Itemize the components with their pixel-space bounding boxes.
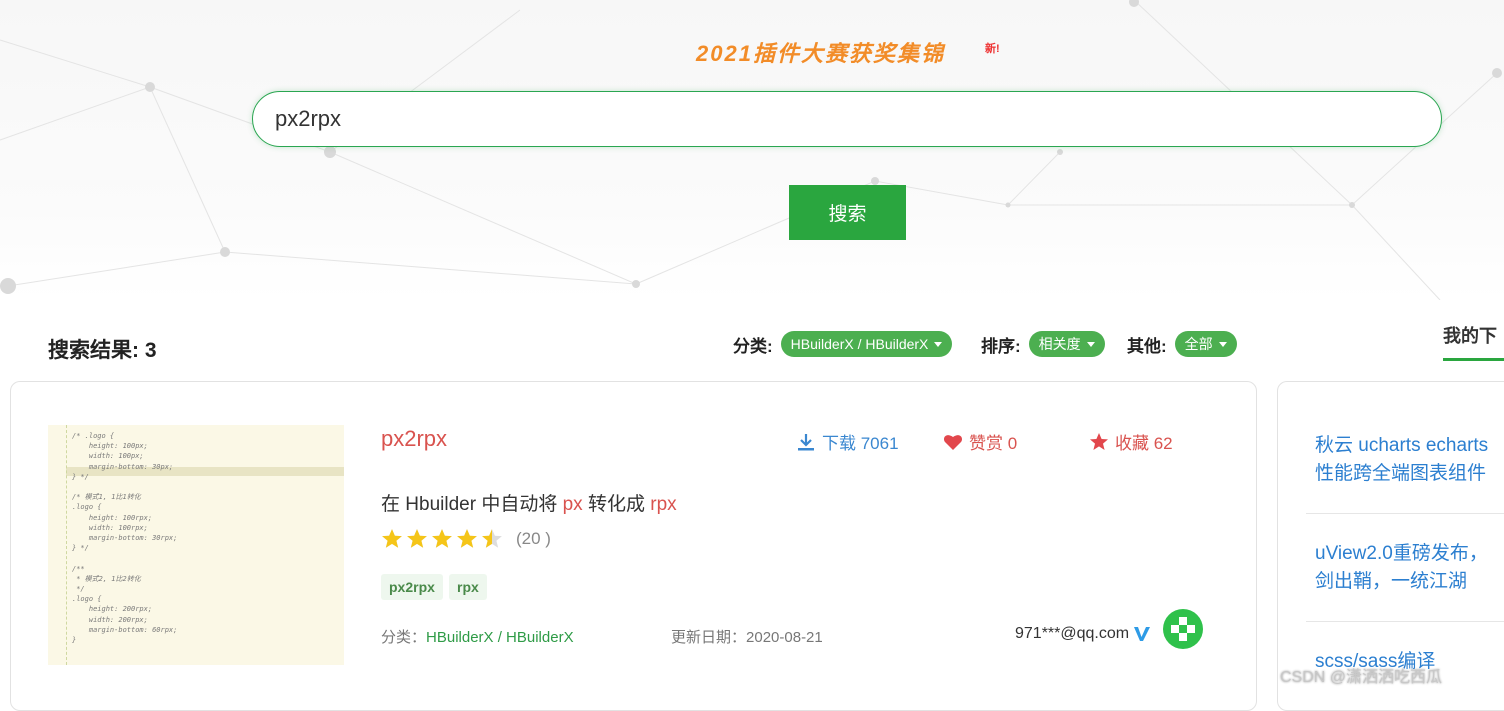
like-stat[interactable]: 赞赏 0 bbox=[943, 429, 1017, 454]
rating-stars bbox=[381, 528, 506, 550]
favorite-stat[interactable]: 收藏 62 bbox=[1089, 429, 1173, 454]
caret-down-icon bbox=[934, 341, 943, 347]
sort-filter: 排序: 相关度 bbox=[981, 331, 1105, 357]
code-gutter bbox=[48, 425, 67, 665]
description-prefix: 在 Hbuilder 中自动将 bbox=[381, 494, 563, 515]
sidebar-divider bbox=[1306, 621, 1504, 622]
author-name: 971***@qq.com bbox=[1015, 625, 1130, 642]
category-filter-label: 分类: bbox=[733, 336, 773, 356]
download-icon bbox=[798, 433, 814, 450]
other-filter-label: 其他: bbox=[1127, 336, 1167, 356]
sort-filter-label: 排序: bbox=[981, 336, 1021, 356]
description-px: px bbox=[562, 494, 583, 515]
sort-dropdown[interactable]: 相关度 bbox=[1028, 331, 1105, 357]
other-dropdown[interactable]: 全部 bbox=[1174, 331, 1237, 357]
download-count: 下载 7061 bbox=[822, 434, 899, 453]
rating-star-icon bbox=[432, 529, 452, 548]
caret-down-icon bbox=[1218, 341, 1227, 347]
sidebar-item-uview[interactable]: uView2.0重磅发布， 剑出鞘，一统江湖 bbox=[1315, 540, 1488, 596]
category-dropdown-value: HBuilderX / HBuilderX bbox=[790, 336, 929, 352]
rating-star-icon bbox=[382, 529, 402, 548]
star-icon bbox=[1090, 432, 1108, 450]
sidebar-item-line1: uView2.0重磅发布， bbox=[1315, 543, 1488, 564]
rating-count: (20 ) bbox=[516, 529, 551, 548]
sort-dropdown-value: 相关度 bbox=[1038, 336, 1081, 352]
rating-star-icon bbox=[457, 529, 477, 548]
new-badge: 新! bbox=[985, 43, 1000, 55]
other-filter: 其他: 全部 bbox=[1127, 331, 1237, 357]
category-link[interactable]: HBuilderX / HBuilderX bbox=[426, 629, 574, 646]
plugin-updated: 更新日期：2020-08-21 bbox=[671, 626, 823, 647]
caret-down-icon bbox=[1086, 341, 1095, 347]
updated-date: 2020-08-21 bbox=[746, 629, 823, 646]
category-dropdown[interactable]: HBuilderX / HBuilderX bbox=[780, 331, 953, 357]
tag-px2rpx[interactable]: px2rpx bbox=[381, 574, 443, 600]
plugin-description: 在 Hbuilder 中自动将 px 转化成 rpx bbox=[381, 489, 677, 516]
like-count: 赞赏 0 bbox=[969, 434, 1018, 453]
verified-v-icon bbox=[1134, 627, 1151, 641]
plugin-category: 分类：HBuilderX / HBuilderX bbox=[381, 626, 574, 647]
favorite-count: 收藏 62 bbox=[1115, 434, 1173, 453]
tag-rpx[interactable]: rpx bbox=[449, 574, 487, 600]
search-input[interactable] bbox=[252, 91, 1442, 147]
tab-active-indicator bbox=[1443, 358, 1504, 361]
download-stat[interactable]: 下载 7061 bbox=[796, 429, 899, 454]
thumbnail-code: /* .logo { height: 100px; width: 100px; … bbox=[72, 432, 178, 645]
watermark: CSDN @潇洒洒吃西瓜 bbox=[1280, 669, 1443, 686]
sidebar-divider bbox=[1306, 513, 1504, 514]
tab-my-downloads[interactable]: 我的下 bbox=[1443, 322, 1497, 348]
plugin-thumbnail[interactable]: /* .logo { height: 100px; width: 100px; … bbox=[48, 425, 344, 665]
rating-star-icon bbox=[482, 529, 502, 548]
sidebar-item-line2: 性能跨全端图表组件 bbox=[1315, 463, 1487, 484]
updated-label: 更新日期： bbox=[671, 629, 747, 646]
avatar-pattern-icon bbox=[1171, 617, 1195, 641]
sidebar-item-ucharts[interactable]: 秋云 ucharts echarts 性能跨全端图表组件 bbox=[1315, 432, 1488, 488]
result-count: 搜索结果: 3 bbox=[48, 339, 157, 362]
category-filter: 分类: HBuilderX / HBuilderX bbox=[733, 331, 953, 357]
contest-banner[interactable]: 2021插件大赛获奖集锦 bbox=[696, 36, 945, 68]
heart-icon bbox=[943, 434, 963, 450]
author-info[interactable]: 971***@qq.com bbox=[1015, 625, 1152, 643]
plugin-title-link[interactable]: px2rpx bbox=[381, 426, 447, 452]
sidebar-item-line1: 秋云 ucharts echarts bbox=[1315, 435, 1489, 456]
description-rpx: rpx bbox=[650, 494, 677, 515]
category-label: 分类： bbox=[381, 629, 427, 646]
sidebar-item-line2: 剑出鞘，一统江湖 bbox=[1315, 571, 1468, 592]
description-middle: 转化成 bbox=[582, 494, 651, 515]
other-dropdown-value: 全部 bbox=[1184, 336, 1213, 352]
search-button[interactable]: 搜索 bbox=[789, 185, 906, 240]
rating-star-icon bbox=[407, 529, 427, 548]
avatar[interactable] bbox=[1163, 609, 1203, 649]
